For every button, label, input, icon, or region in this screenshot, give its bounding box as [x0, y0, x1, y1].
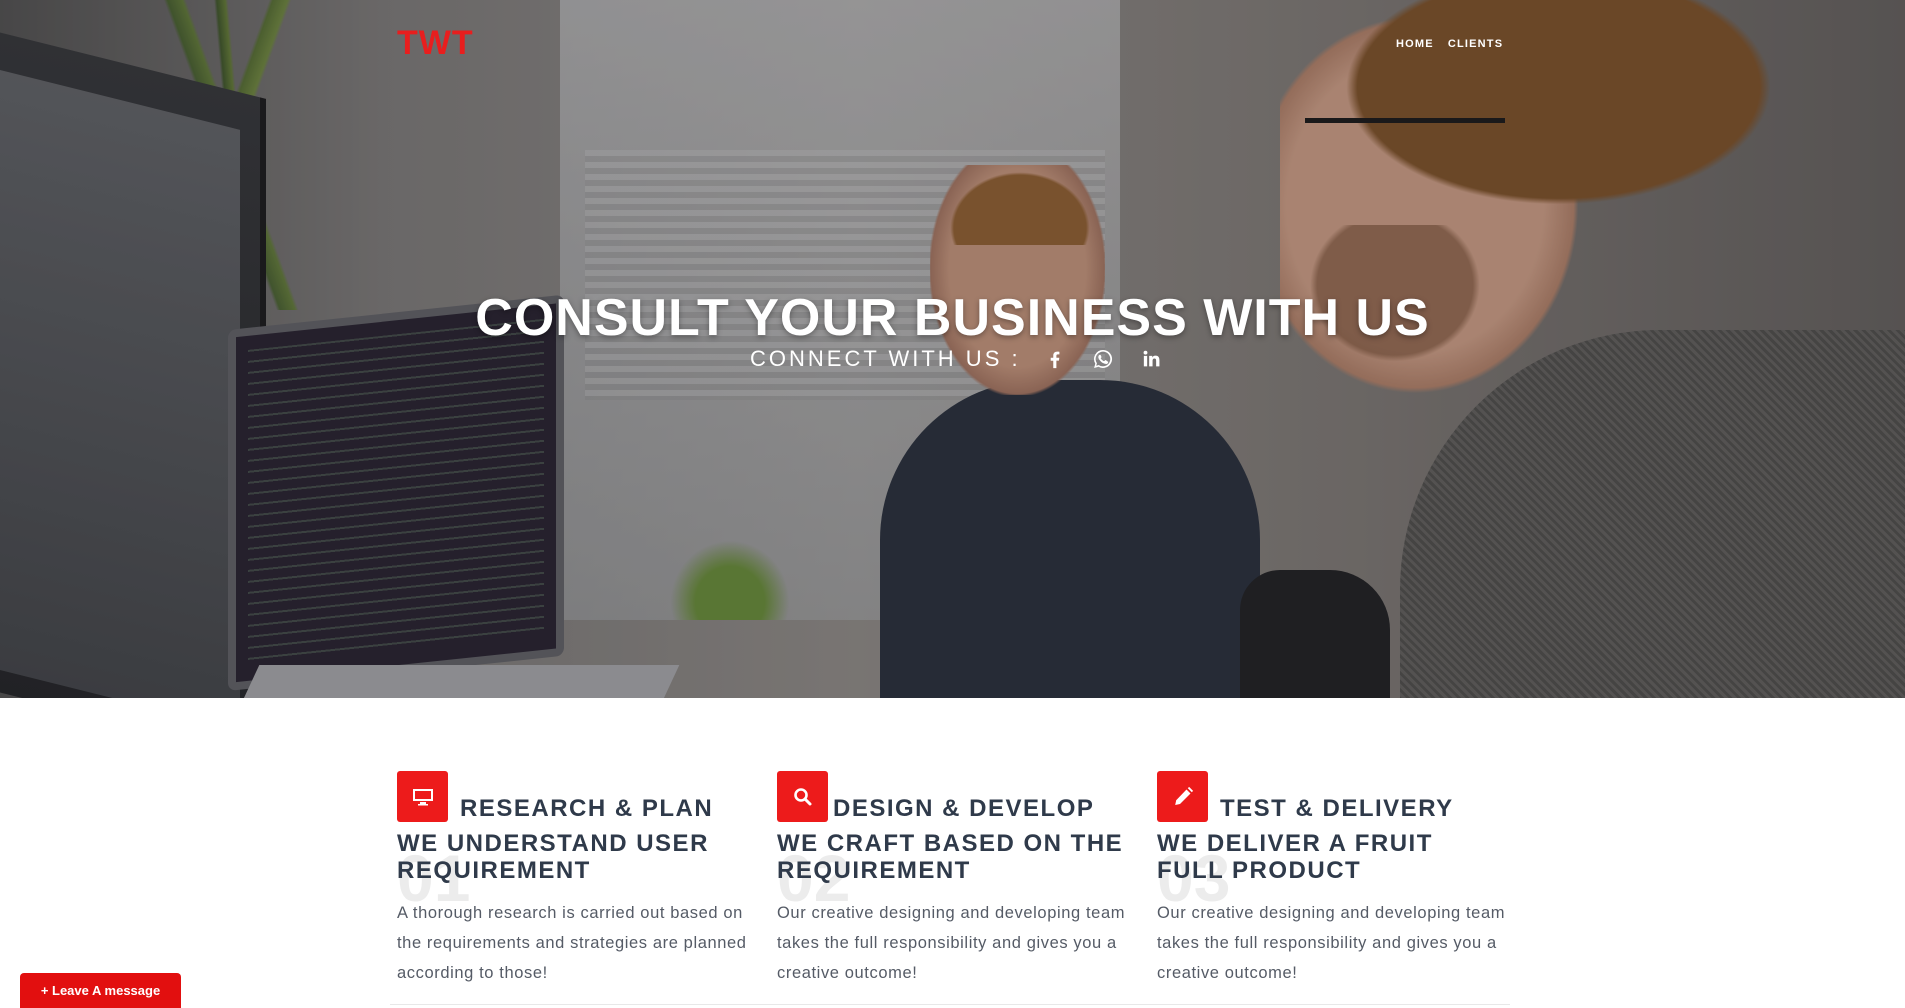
facebook-icon[interactable] — [1043, 347, 1067, 371]
nav-home-link[interactable]: HOME — [1396, 38, 1434, 50]
leave-message-button[interactable]: + Leave A message — [20, 973, 181, 1008]
pencil-icon — [1157, 771, 1208, 822]
feature-research-plan: RESEARCH & PLAN 01 WE UNDERSTAND USER RE… — [397, 770, 747, 988]
connect-label: CONNECT WITH US : — [750, 346, 1021, 371]
search-icon — [777, 771, 828, 822]
feature-title: DESIGN & DEVELOP — [833, 795, 1095, 822]
linkedin-icon[interactable] — [1139, 347, 1163, 371]
feature-test-delivery: TEST & DELIVERY 03 WE DELIVER A FRUIT FU… — [1157, 770, 1507, 988]
nav-clients-link[interactable]: CLIENTS — [1448, 38, 1503, 50]
hero-title: CONSULT YOUR BUSINESS WITH US — [475, 289, 1430, 347]
desktop-icon — [397, 771, 448, 822]
connect-row: CONNECT WITH US : — [750, 346, 1187, 372]
feature-subtitle: WE CRAFT BASED ON THE REQUIREMENT — [777, 830, 1124, 884]
feature-subtitle: WE UNDERSTAND USER REQUIREMENT — [397, 830, 709, 884]
site-logo[interactable]: TWT — [397, 24, 474, 63]
feature-title: RESEARCH & PLAN — [460, 795, 714, 822]
whatsapp-icon[interactable] — [1091, 347, 1115, 371]
feature-title: TEST & DELIVERY — [1220, 795, 1454, 822]
section-divider — [390, 1004, 1510, 1005]
main-nav: HOME CLIENTS — [1396, 38, 1503, 50]
feature-design-develop: DESIGN & DEVELOP 02 WE CRAFT BASED ON TH… — [777, 770, 1127, 988]
feature-subtitle: WE DELIVER A FRUIT FULL PRODUCT — [1157, 830, 1433, 884]
